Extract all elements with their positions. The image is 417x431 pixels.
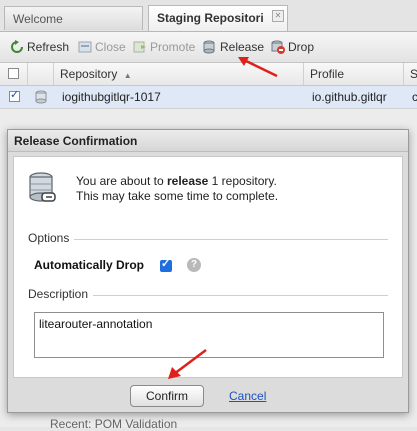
- status-column-header[interactable]: S: [404, 63, 417, 85]
- drop-button[interactable]: Drop: [271, 39, 314, 55]
- description-textarea[interactable]: litearouter-annotation: [34, 312, 384, 358]
- tab-staging-label: Staging Repositori: [157, 11, 264, 25]
- release-confirmation-dialog: Release Confirmation You are about to re…: [7, 129, 409, 413]
- close-repository-icon: [78, 40, 92, 54]
- tab-welcome[interactable]: Welcome: [4, 6, 143, 30]
- automatically-drop-checkbox[interactable]: [160, 257, 172, 272]
- sort-ascending-icon: ▲: [123, 71, 132, 80]
- close-button[interactable]: Close: [78, 39, 126, 55]
- release-label: Release: [220, 40, 265, 54]
- description-section-label: Description: [28, 287, 94, 301]
- profile-column-header[interactable]: Profile: [304, 63, 404, 85]
- repository-icon: [34, 90, 48, 107]
- promote-icon: [133, 40, 147, 54]
- grid-header: Repository ▲ Profile S: [0, 63, 417, 86]
- release-button[interactable]: Release: [203, 39, 264, 55]
- promote-button[interactable]: Promote: [133, 39, 195, 55]
- message-text-pre: You are about to: [76, 174, 167, 188]
- promote-label: Promote: [150, 40, 196, 54]
- background-partial-text: Recent: POM Validation: [50, 417, 178, 431]
- confirmation-message: You are about to release 1 repository.: [76, 174, 277, 188]
- dialog-footer: Confirm Cancel: [8, 380, 408, 414]
- table-row[interactable]: iogithubgitlqr-1017 io.github.gitlqr c: [0, 86, 417, 109]
- confirmation-message-line2: This may take some time to complete.: [76, 189, 279, 203]
- row-checkbox[interactable]: [9, 88, 20, 102]
- tab-strip: Welcome Staging Repositori ✕: [0, 0, 417, 32]
- automatically-drop-label: Automatically Drop: [34, 258, 145, 272]
- release-icon: [203, 40, 217, 54]
- dialog-body: You are about to release 1 repository. T…: [13, 156, 403, 378]
- status-column-label: S: [410, 67, 417, 81]
- drop-label: Drop: [288, 40, 315, 54]
- profile-column-label: Profile: [310, 67, 345, 81]
- icon-column-header: [28, 63, 54, 85]
- message-text-bold: release: [166, 174, 209, 188]
- select-all-cell: [0, 63, 28, 85]
- repository-link-icon: [28, 171, 58, 205]
- repository-column-label: Repository: [60, 67, 118, 81]
- confirm-button[interactable]: Confirm: [130, 385, 204, 407]
- cancel-link[interactable]: Cancel: [229, 389, 266, 403]
- options-section-label: Options: [28, 231, 75, 245]
- repository-column-header[interactable]: Repository ▲: [54, 63, 304, 85]
- drop-icon: [271, 40, 285, 54]
- select-all-checkbox[interactable]: [8, 68, 19, 79]
- tab-staging-repositories[interactable]: Staging Repositori ✕: [148, 5, 288, 31]
- close-icon[interactable]: ✕: [272, 10, 284, 22]
- tab-welcome-label: Welcome: [13, 12, 63, 26]
- repository-cell: iogithubgitlqr-1017: [62, 90, 161, 104]
- options-divider: [28, 239, 388, 240]
- status-cell: c: [412, 90, 417, 104]
- toolbar: Refresh Close Promote Release Drop: [0, 32, 417, 63]
- profile-cell: io.github.gitlqr: [312, 90, 387, 104]
- refresh-label: Refresh: [27, 40, 70, 54]
- message-text-post: 1 repository.: [208, 174, 277, 188]
- dialog-title: Release Confirmation: [8, 130, 408, 152]
- refresh-button[interactable]: Refresh: [10, 39, 69, 55]
- help-icon[interactable]: ?: [187, 258, 201, 272]
- close-label: Close: [95, 40, 126, 54]
- refresh-icon: [10, 40, 24, 54]
